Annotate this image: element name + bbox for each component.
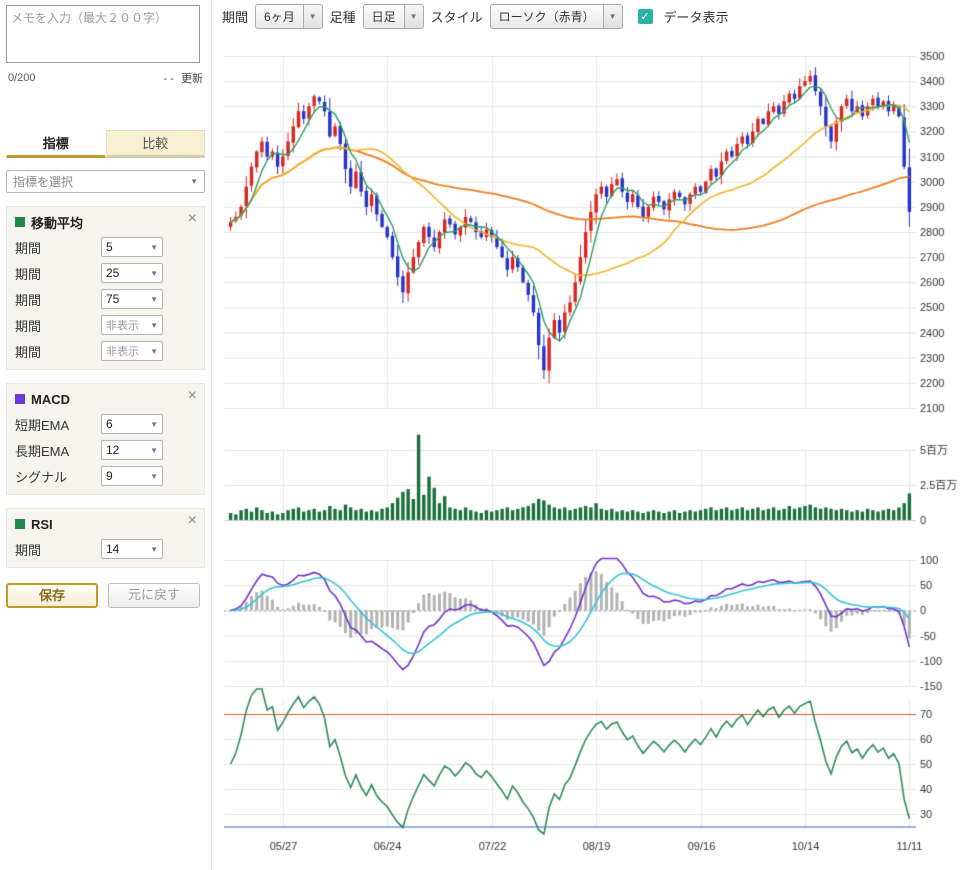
panel-title: 移動平均 [31,213,83,232]
memo-update-button[interactable]: - - 更新 [164,70,203,86]
param-value: 5 [106,240,113,254]
sidebar: 0/200 - - 更新 指標 比較 指標を選択 ▼ 移動平均 × 期間5▼期間… [0,0,212,870]
close-icon[interactable]: × [188,211,197,227]
param-label: 期間 [15,238,101,257]
save-button[interactable]: 保存 [6,583,98,608]
memo-meta: 0/200 - - 更新 [6,70,205,86]
chevron-down-icon: ▼ [603,5,622,28]
param-select[interactable]: 12 ▼ [101,440,163,460]
bartype-label: 足種 [330,7,356,26]
panel-header: 移動平均 [15,213,196,231]
param-value: 14 [106,542,119,556]
param-row: 期間 14 ▼ [15,539,196,559]
indicator-select[interactable]: 指標を選択 ▼ [6,170,205,193]
param-row: 期間5▼ [15,237,196,257]
period-value: 6ヶ月 [256,5,303,28]
check-icon: ✓ [640,10,649,23]
param-row: 期間 75 ▼ [15,289,196,309]
param-value: 非表示 [106,317,139,333]
panel-title: RSI [31,517,53,532]
style-value: ローソク（赤青） [491,5,603,28]
param-label: 期間 [15,264,101,283]
panel-rows: 短期EMA6▼長期EMA12▼シグナル9▼ [15,414,196,486]
param-value: 非表示 [106,343,139,359]
param-select[interactable]: 75 ▼ [101,289,163,309]
param-select[interactable]: 25 ▼ [101,263,163,283]
chart-app: 0/200 - - 更新 指標 比較 指標を選択 ▼ 移動平均 × 期間5▼期間… [0,0,980,870]
style-label: スタイル [431,7,483,26]
chevron-down-icon: ▼ [404,5,423,28]
close-icon[interactable]: × [188,513,197,529]
memo-input[interactable] [6,5,200,63]
rsi-color-chip [15,519,25,529]
chevron-down-icon: ▼ [150,472,158,481]
indicator-panel-ma: 移動平均 × 期間5▼期間25▼期間75▼期間非表示▼期間非表示▼ [6,206,205,370]
chevron-down-icon: ▼ [303,5,322,28]
memo-counter: 0/200 [8,72,36,84]
param-row: 期間非表示 ▼ [15,315,196,335]
bartype-value: 日足 [364,5,404,28]
sidebar-spacer [6,86,205,130]
param-select[interactable]: 5▼ [101,237,163,257]
chevron-down-icon: ▼ [150,545,158,554]
tab-indicators[interactable]: 指標 [6,130,106,158]
param-label: 長期EMA [15,441,101,460]
reset-button[interactable]: 元に戻す [108,583,200,608]
param-select[interactable]: 非表示 ▼ [101,315,163,335]
chevron-down-icon: ▼ [150,420,158,429]
panel-title: MACD [31,392,70,407]
param-label: シグナル [15,467,101,486]
panel-rows: 期間5▼期間25▼期間75▼期間非表示▼期間非表示▼ [15,237,196,361]
param-label: 期間 [15,290,101,309]
chevron-down-icon: ▼ [150,347,158,356]
param-select[interactable]: 非表示 ▼ [101,341,163,361]
param-label: 期間 [15,342,101,361]
panel-header: RSI [15,515,196,533]
panel-header: MACD [15,390,196,408]
chevron-down-icon: ▼ [150,295,158,304]
close-icon[interactable]: × [188,388,197,404]
param-value: 9 [106,469,113,483]
panel-rows: 期間 14 ▼ [15,539,196,559]
param-select[interactable]: 6▼ [101,414,163,434]
param-label: 期間 [15,540,101,559]
param-row: シグナル9▼ [15,466,196,486]
period-select[interactable]: 6ヶ月 ▼ [255,4,323,29]
sidebar-tabs: 指標 比較 [6,130,205,158]
chevron-down-icon: ▼ [150,446,158,455]
macd-color-chip [15,394,25,404]
param-value: 6 [106,417,113,431]
indicator-panel-macd: MACD × 短期EMA6▼長期EMA12▼シグナル9▼ [6,383,205,495]
chart-toolbar: 期間 6ヶ月 ▼ 足種 日足 ▼ スタイル ローソク（赤青） ▼ ✓ データ表示 [212,0,980,32]
period-label: 期間 [222,7,248,26]
data-display-label: データ表示 [664,7,729,26]
ma-color-chip [15,217,25,227]
param-row: 期間非表示 ▼ [15,341,196,361]
sidebar-buttons: 保存 元に戻す [6,583,205,608]
param-row: 期間 25 ▼ [15,263,196,283]
param-row: 短期EMA6▼ [15,414,196,434]
param-select[interactable]: 14 ▼ [101,539,163,559]
tab-compare[interactable]: 比較 [106,130,206,158]
data-display-checkbox[interactable]: ✓ [638,9,653,24]
param-select[interactable]: 9▼ [101,466,163,486]
bartype-select[interactable]: 日足 ▼ [363,4,424,29]
memo-update-status: - - [164,73,174,85]
param-label: 期間 [15,316,101,335]
chevron-down-icon: ▼ [150,269,158,278]
param-label: 短期EMA [15,415,101,434]
memo-update-label: 更新 [181,73,203,85]
indicator-panel-rsi: RSI × 期間 14 ▼ [6,508,205,568]
chevron-down-icon: ▼ [150,321,158,330]
price-chart-canvas[interactable] [212,32,980,866]
main-area: 期間 6ヶ月 ▼ 足種 日足 ▼ スタイル ローソク（赤青） ▼ ✓ データ表示 [212,0,980,870]
param-value: 75 [106,292,119,306]
indicator-select-placeholder: 指標を選択 [13,173,73,190]
param-row: 長期EMA 12 ▼ [15,440,196,460]
chevron-down-icon: ▼ [150,243,158,252]
param-value: 12 [106,443,119,457]
param-value: 25 [106,266,119,280]
chevron-down-icon: ▼ [190,177,198,186]
style-select[interactable]: ローソク（赤青） ▼ [490,4,623,29]
